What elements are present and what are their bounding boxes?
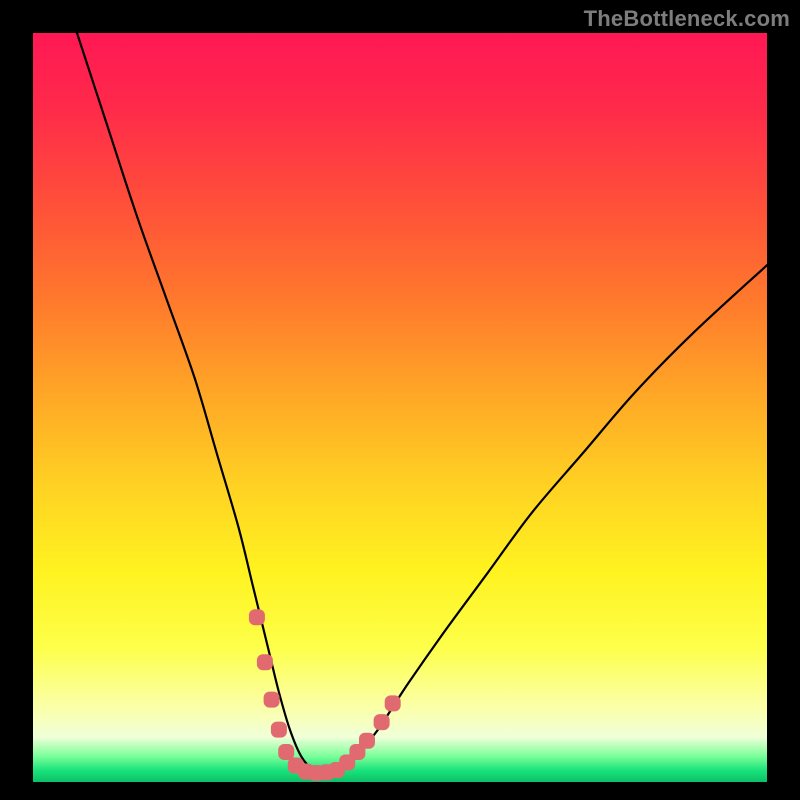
curve-markers (249, 609, 401, 781)
bottleneck-curve (77, 33, 767, 773)
curve-marker (271, 722, 287, 738)
curve-marker (359, 733, 375, 749)
curve-marker (264, 692, 280, 708)
watermark-text: TheBottleneck.com (584, 6, 790, 32)
curve-marker (374, 714, 390, 730)
chart-svg (33, 33, 767, 782)
curve-marker (249, 609, 265, 625)
curve-marker (257, 654, 273, 670)
curve-marker (278, 744, 294, 760)
chart-frame: TheBottleneck.com (0, 0, 800, 800)
curve-marker (385, 695, 401, 711)
